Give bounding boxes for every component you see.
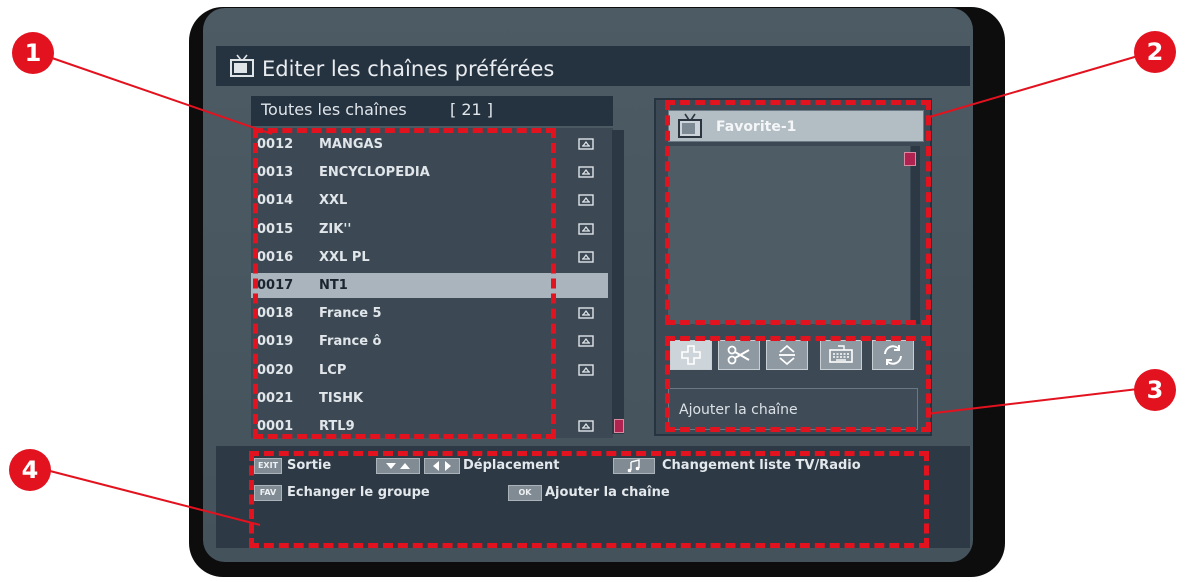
callout-badge-2: 2: [1134, 31, 1176, 73]
callout-badge-3: 3: [1134, 369, 1176, 411]
callout-badge-4: 4: [9, 449, 51, 491]
callout-leaders: [49, 55, 1139, 526]
callout-badge-1: 1: [12, 32, 54, 74]
